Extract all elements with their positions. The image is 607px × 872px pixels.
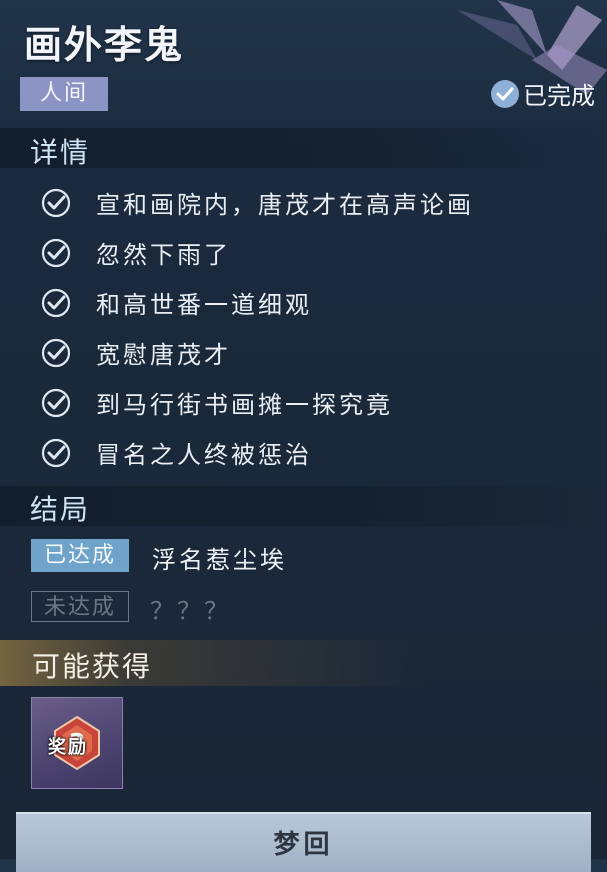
completed-check-icon xyxy=(491,79,519,108)
check-circle-icon xyxy=(41,238,71,267)
detail-item-text: 冒名之人终被惩治 xyxy=(96,441,312,469)
quest-status: 已完成 xyxy=(491,76,595,111)
detail-item: 忽然下雨了 xyxy=(40,235,231,270)
detail-item: 宣和画院内，唐茂才在高声论画 xyxy=(40,185,474,220)
dream-replay-button[interactable]: 梦回 xyxy=(16,812,591,872)
ending-unachieved-badge: 未达成 xyxy=(31,591,129,622)
check-circle-icon xyxy=(41,288,71,317)
check-circle-icon xyxy=(41,438,71,467)
dream-replay-label: 梦回 xyxy=(273,830,334,860)
realm-tag: 人间 xyxy=(20,77,108,111)
ending-achieved-badge: 已达成 xyxy=(31,539,129,572)
detail-item: 和高世番一道细观 xyxy=(40,285,312,320)
details-heading: 详情 xyxy=(30,136,91,169)
detail-item: 到马行街书画摊一探究竟 xyxy=(40,385,393,420)
detail-item-text: 和高世番一道细观 xyxy=(96,291,312,319)
rewards-heading: 可能获得 xyxy=(32,650,153,683)
detail-item-text: 宽慰唐茂才 xyxy=(96,341,231,369)
details-header-bar xyxy=(0,128,607,168)
check-circle-icon xyxy=(41,338,71,367)
ending-unachieved-text: ？？？ xyxy=(150,597,231,625)
endings-header-bar xyxy=(0,486,607,526)
endings-heading: 结局 xyxy=(30,493,91,526)
detail-item: 冒名之人终被惩治 xyxy=(40,435,312,470)
check-circle-icon xyxy=(41,188,71,217)
detail-item-text: 到马行街书画摊一探究竟 xyxy=(96,391,393,419)
detail-item: 宽慰唐茂才 xyxy=(40,335,231,370)
status-label: 已完成 xyxy=(523,82,595,110)
quest-title: 画外李鬼 xyxy=(24,23,185,67)
detail-item-text: 宣和画院内，唐茂才在高声论画 xyxy=(96,191,474,219)
check-circle-icon xyxy=(41,388,71,417)
reward-item-label: 奖励 xyxy=(48,737,88,758)
detail-item-text: 忽然下雨了 xyxy=(96,241,231,269)
ending-achieved-text: 浮名惹尘埃 xyxy=(152,546,287,574)
